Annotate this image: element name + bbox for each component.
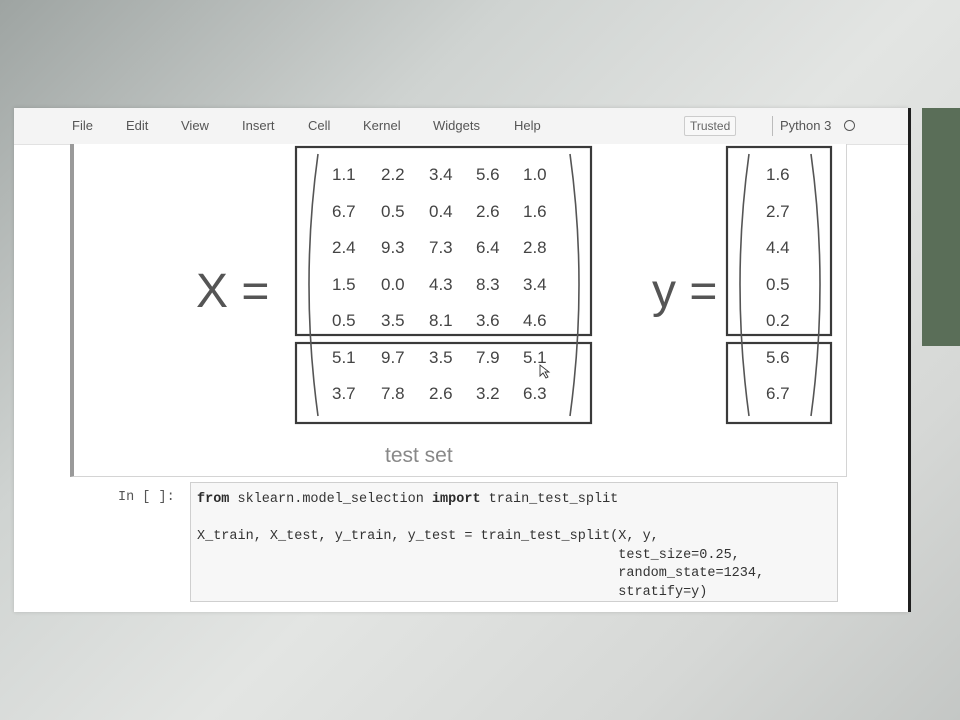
- x-cell: 3.6: [476, 311, 500, 330]
- x-cell: 1.0: [523, 165, 547, 184]
- x-cell: 2.2: [381, 165, 405, 184]
- y-equals-label: y =: [652, 265, 717, 318]
- x-cell: 1.5: [332, 275, 356, 294]
- x-cell: 4.6: [523, 311, 547, 330]
- keyword-import: import: [431, 492, 481, 507]
- trusted-badge[interactable]: Trusted: [684, 116, 737, 136]
- x-cell: 0.0: [381, 275, 405, 294]
- y-cell: 0.2: [766, 311, 790, 330]
- menu-view[interactable]: View: [181, 118, 209, 133]
- markdown-figure-cell[interactable]: X = y = 1.1 2.2 3.4 5.6 1.0 6.7 0.5 0.4 2.6 1.6 2.…: [70, 144, 847, 477]
- kernel-idle-icon: [844, 120, 855, 131]
- x-cell: 2.8: [523, 238, 547, 257]
- x-right-paren-icon: [569, 153, 580, 417]
- x-cell: 3.2: [476, 384, 500, 403]
- y-cell: 6.7: [766, 384, 790, 403]
- module-name: sklearn.model_selection: [229, 492, 432, 507]
- code-text: from sklearn.model_selection import trai…: [191, 483, 837, 610]
- x-cell: 6.4: [476, 238, 500, 257]
- imported-function: train_test_split: [480, 492, 619, 507]
- train-test-split-figure: X = y = 1.1 2.2 3.4 5.6 1.0 6.7 0.5 0.4 2.6 1.6 2.…: [196, 145, 833, 467]
- x-cell: 3.5: [429, 348, 453, 367]
- code-editor[interactable]: from sklearn.model_selection import trai…: [190, 482, 838, 602]
- window-edge: [908, 108, 911, 612]
- x-cell: 9.7: [381, 348, 405, 367]
- y-cell: 2.7: [766, 202, 790, 221]
- kernel-separator: [772, 116, 773, 136]
- x-cell: 8.1: [429, 311, 453, 330]
- menu-cell[interactable]: Cell: [308, 118, 330, 133]
- x-cell: 4.3: [429, 275, 453, 294]
- x-left-paren-icon: [308, 153, 319, 417]
- menu-insert[interactable]: Insert: [242, 118, 275, 133]
- x-cell: 7.9: [476, 348, 500, 367]
- test-set-label: test set: [385, 444, 453, 467]
- y-vector: 1.6 2.7 4.4 0.5 0.2 5.6 6.7: [766, 165, 790, 403]
- code-line-assign: X_train, X_test, y_train, y_test = train…: [197, 529, 659, 544]
- menu-file[interactable]: File: [72, 118, 93, 133]
- x-cell: 2.4: [332, 238, 356, 257]
- keyword-from: from: [197, 492, 230, 507]
- kernel-name: Python 3: [780, 118, 832, 133]
- menu-kernel[interactable]: Kernel: [363, 118, 401, 133]
- x-cell: 3.4: [523, 275, 547, 294]
- x-cell: 2.6: [429, 384, 453, 403]
- y-cell: 1.6: [766, 165, 790, 184]
- y-cell: 4.4: [766, 238, 790, 257]
- side-panel: [922, 108, 960, 346]
- x-cell: 5.1: [332, 348, 356, 367]
- notebook-window: File Edit View Insert Cell Kernel Widget…: [14, 108, 908, 612]
- menu-edit[interactable]: Edit: [126, 118, 148, 133]
- x-cell: 0.5: [332, 311, 356, 330]
- x-cell: 3.7: [332, 384, 356, 403]
- x-cell: 6.3: [523, 384, 547, 403]
- code-line-random-state: random_state=1234,: [197, 566, 765, 581]
- input-prompt: In [ ]:: [118, 490, 175, 505]
- x-cell: 9.3: [381, 238, 405, 257]
- x-matrix: 1.1 2.2 3.4 5.6 1.0 6.7 0.5 0.4 2.6 1.6 2.4 9.3 7.3 6…: [332, 165, 547, 403]
- x-cell: 7.8: [381, 384, 405, 403]
- menu-bar: File Edit View Insert Cell Kernel Widget…: [14, 108, 908, 145]
- x-cell: 0.4: [429, 202, 453, 221]
- x-cell: 8.3: [476, 275, 500, 294]
- code-cell[interactable]: In [ ]: from sklearn.model_selection imp…: [74, 482, 844, 602]
- code-line-stratify: stratify=y): [197, 584, 708, 600]
- x-cell: 2.6: [476, 202, 500, 221]
- y-right-paren-icon: [810, 153, 821, 417]
- y-cell: 0.5: [766, 275, 790, 294]
- x-cell: 5.1: [523, 348, 547, 367]
- y-left-paren-icon: [739, 153, 750, 417]
- x-cell: 6.7: [332, 202, 356, 221]
- x-equals-label: X =: [196, 265, 269, 318]
- x-cell: 7.3: [429, 238, 453, 257]
- code-line-test-size: test_size=0.25,: [197, 547, 740, 563]
- menu-help[interactable]: Help: [514, 118, 541, 133]
- x-cell: 5.6: [476, 165, 500, 184]
- menu-widgets[interactable]: Widgets: [433, 118, 480, 133]
- x-cell: 0.5: [381, 202, 405, 221]
- x-cell: 1.1: [332, 165, 356, 184]
- x-cell: 3.5: [381, 311, 405, 330]
- x-cell: 3.4: [429, 165, 453, 184]
- y-cell: 5.6: [766, 348, 790, 367]
- x-cell: 1.6: [523, 202, 547, 221]
